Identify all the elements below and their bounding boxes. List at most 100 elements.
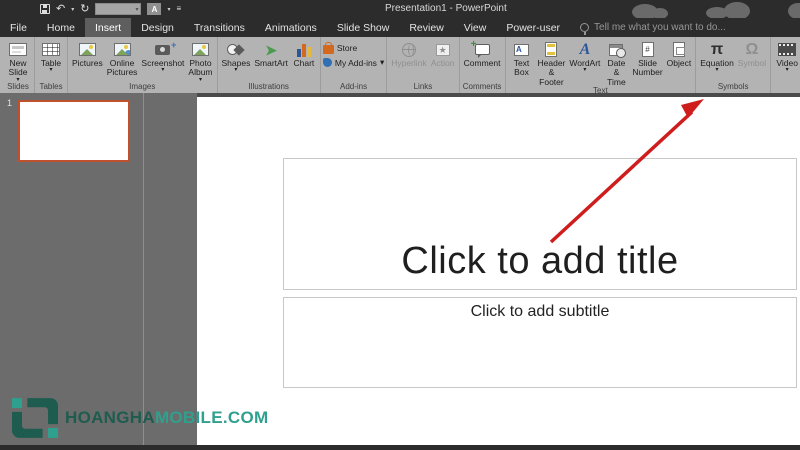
tab-animations[interactable]: Animations bbox=[255, 18, 327, 37]
hyperlink-icon bbox=[397, 40, 421, 59]
group-label-symbols: Symbols bbox=[717, 82, 749, 91]
wordart-icon: A bbox=[579, 40, 591, 58]
tab-transitions[interactable]: Transitions bbox=[184, 18, 255, 37]
video-button[interactable]: Video ▾ bbox=[773, 37, 800, 73]
online-pictures-button[interactable]: Online Pictures bbox=[105, 37, 140, 78]
cloud-overlay-decoration bbox=[620, 0, 800, 18]
screenshot-button[interactable]: Screenshot ▾ bbox=[139, 37, 186, 74]
text-box-button[interactable]: A Text Box bbox=[508, 37, 536, 78]
group-tables: Table ▾ Tables bbox=[35, 37, 68, 93]
screenshot-icon bbox=[151, 40, 176, 59]
date-time-button[interactable]: Date & Time bbox=[602, 37, 630, 87]
object-icon bbox=[667, 40, 691, 59]
customize-qat-button[interactable]: ≡ bbox=[176, 5, 181, 13]
dropdown-caret-icon: ▾ bbox=[198, 76, 202, 83]
photo-album-icon bbox=[188, 40, 212, 59]
shapes-button[interactable]: Shapes ▾ bbox=[220, 37, 253, 73]
slide-number-button[interactable]: # Slide Number bbox=[630, 37, 664, 78]
tab-slide-show[interactable]: Slide Show bbox=[327, 18, 400, 37]
font-style-button[interactable]: A bbox=[147, 3, 162, 15]
ribbon: New Slide ▾ Slides Table ▾ Tables Pictur bbox=[0, 37, 800, 93]
smartart-button[interactable]: ➤ SmartArt bbox=[252, 37, 290, 68]
group-illustrations: Shapes ▾ ➤ SmartArt Chart Illustrations bbox=[218, 37, 321, 93]
symbol-button[interactable]: Ω Symbol bbox=[736, 37, 768, 68]
tab-home[interactable]: Home bbox=[37, 18, 85, 37]
dropdown-caret-icon: ▾ bbox=[785, 67, 789, 74]
tab-design[interactable]: Design bbox=[131, 18, 184, 37]
text-box-icon: A bbox=[510, 40, 534, 59]
wordart-button[interactable]: A WordArt ▾ bbox=[567, 37, 602, 73]
lightbulb-icon bbox=[580, 23, 590, 35]
group-label-tables: Tables bbox=[39, 82, 63, 91]
chart-icon bbox=[292, 40, 316, 59]
action-button[interactable]: ★ Action bbox=[429, 37, 457, 68]
tab-view[interactable]: View bbox=[454, 18, 497, 37]
video-icon bbox=[775, 40, 799, 59]
table-button[interactable]: Table ▾ bbox=[37, 37, 65, 73]
chart-button[interactable]: Chart bbox=[290, 37, 318, 68]
save-icon[interactable] bbox=[40, 4, 50, 14]
comment-button[interactable]: Comment bbox=[462, 37, 503, 68]
editor-area: 1 Click to add title Click to add subtit… bbox=[0, 93, 800, 445]
group-label-add-ins: Add-ins bbox=[339, 82, 368, 91]
group-label-slides: Slides bbox=[7, 82, 29, 91]
powerpoint-window: ↶ ▾ ↻ ▾ A ▾ ≡ Presentation1 - PowerPoint… bbox=[0, 0, 800, 450]
slide-surface[interactable]: Click to add title Click to add subtitle bbox=[197, 97, 800, 445]
slide-1-thumbnail[interactable] bbox=[18, 100, 130, 162]
tab-power-user[interactable]: Power-user bbox=[496, 18, 570, 37]
undo-button[interactable]: ↶ bbox=[56, 3, 65, 15]
symbol-icon: Ω bbox=[745, 40, 759, 58]
dropdown-caret-icon: ▾ bbox=[161, 67, 165, 74]
smartart-icon: ➤ bbox=[265, 41, 277, 58]
window-title: Presentation1 - PowerPoint bbox=[385, 3, 507, 14]
status-bar bbox=[0, 445, 800, 450]
group-symbols: π Equation ▾ Ω Symbol Symbols bbox=[696, 37, 772, 93]
dropdown-caret-icon: ▾ bbox=[379, 57, 385, 67]
tab-insert[interactable]: Insert bbox=[84, 18, 132, 37]
panel-divider[interactable] bbox=[143, 93, 144, 445]
group-media: Video ▾ Audio ▾ Screen Recording Media bbox=[771, 37, 800, 93]
group-slides: New Slide ▾ Slides bbox=[2, 37, 35, 93]
group-label-media: Media bbox=[773, 83, 800, 93]
undo-caret-icon[interactable]: ▾ bbox=[71, 6, 74, 13]
group-text: A Text Box Header & Footer A WordArt ▾ D… bbox=[506, 37, 697, 93]
tab-review[interactable]: Review bbox=[399, 18, 453, 37]
tell-me-box[interactable]: Tell me what you want to do... bbox=[580, 18, 726, 37]
slide-number-label: 1 bbox=[7, 98, 13, 108]
store-button[interactable]: Store bbox=[322, 42, 384, 54]
my-add-ins-icon bbox=[322, 58, 332, 67]
equation-button[interactable]: π Equation ▾ bbox=[698, 37, 736, 73]
cloud-icon bbox=[788, 3, 800, 18]
cloud-icon bbox=[652, 8, 668, 18]
date-time-icon bbox=[604, 40, 628, 59]
ribbon-tab-bar: File Home Insert Design Transitions Anim… bbox=[0, 18, 800, 37]
title-bar: ↶ ▾ ↻ ▾ A ▾ ≡ Presentation1 - PowerPoint bbox=[0, 0, 800, 18]
font-style-caret-icon[interactable]: ▾ bbox=[167, 6, 170, 13]
slide-canvas: Click to add title Click to add subtitle bbox=[197, 93, 800, 445]
title-placeholder-text: Click to add title bbox=[401, 240, 679, 282]
tab-file[interactable]: File bbox=[0, 18, 37, 37]
qat-combo-box[interactable]: ▾ bbox=[95, 3, 142, 15]
dropdown-caret-icon: ▾ bbox=[234, 67, 238, 74]
title-placeholder[interactable]: Click to add title bbox=[283, 158, 797, 290]
my-add-ins-button[interactable]: My Add-ins ▾ bbox=[322, 57, 385, 68]
pictures-icon bbox=[75, 40, 99, 59]
group-add-ins: Store My Add-ins ▾ Add-ins bbox=[321, 37, 388, 93]
dropdown-caret-icon: ▾ bbox=[49, 67, 53, 74]
header-footer-icon bbox=[539, 40, 563, 59]
subtitle-placeholder[interactable]: Click to add subtitle bbox=[283, 297, 797, 388]
new-slide-button[interactable]: New Slide ▾ bbox=[4, 37, 32, 83]
object-button[interactable]: Object bbox=[665, 37, 694, 68]
hyperlink-button[interactable]: Hyperlink bbox=[389, 37, 428, 68]
pictures-button[interactable]: Pictures bbox=[70, 37, 105, 68]
store-icon bbox=[322, 42, 334, 54]
header-footer-button[interactable]: Header & Footer bbox=[536, 37, 568, 87]
new-slide-icon bbox=[6, 40, 30, 59]
quick-access-toolbar: ↶ ▾ ↻ ▾ A ▾ ≡ bbox=[0, 3, 181, 15]
slide-thumbnail-panel: 1 bbox=[0, 93, 197, 445]
redo-button[interactable]: ↻ bbox=[80, 3, 89, 15]
group-label-illustrations: Illustrations bbox=[248, 82, 289, 91]
group-links: Hyperlink ★ Action Links bbox=[387, 37, 460, 93]
photo-album-button[interactable]: Photo Album ▾ bbox=[186, 37, 214, 83]
table-icon bbox=[39, 40, 63, 59]
